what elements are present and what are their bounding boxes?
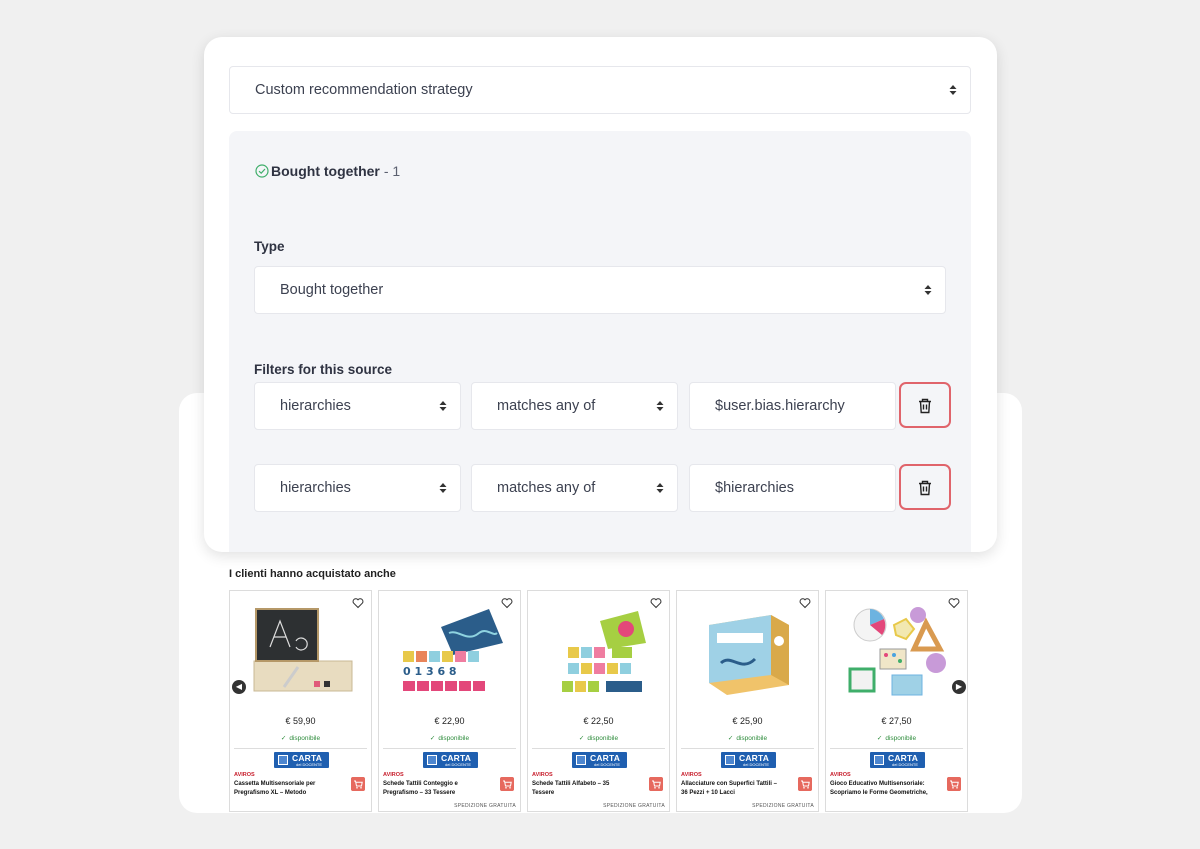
type-label: Type xyxy=(254,239,285,254)
trash-icon xyxy=(919,398,931,414)
carta-docente-badge: CARTA del DOCENTE xyxy=(572,752,627,768)
select-caret-icon xyxy=(439,401,447,411)
filter-operator-select[interactable]: matches any of xyxy=(471,464,678,512)
shipping-label: SPEDIZIONE GRATUITA xyxy=(603,803,665,809)
source-header: Bought together - 1 xyxy=(255,163,400,179)
availability: ✓ disponibile xyxy=(429,735,470,742)
availability: ✓ disponibile xyxy=(280,735,321,742)
cart-icon[interactable] xyxy=(351,777,365,791)
carta-docente-badge: CARTA del DOCENTE xyxy=(274,752,329,768)
select-caret-icon xyxy=(949,85,957,95)
product-name[interactable]: Schede Tattili Alfabeto – 35 Tessere xyxy=(532,780,632,798)
filter-field-select[interactable]: hierarchies xyxy=(254,464,461,512)
product-image[interactable] xyxy=(840,603,955,698)
product-card[interactable]: € 59,90 ✓ disponibile CARTA del DOCENTE AV… xyxy=(229,590,372,812)
divider xyxy=(681,748,814,749)
product-price: € 22,90 xyxy=(434,716,465,726)
product-name[interactable]: Allacciature con Superfici Tattili – 36 … xyxy=(681,780,781,798)
select-caret-icon xyxy=(656,483,664,493)
product-brand: AVIROS xyxy=(234,772,255,778)
product-name[interactable]: Cassetta Multisensoriale per Pregrafismo… xyxy=(234,780,334,798)
cart-icon[interactable] xyxy=(798,777,812,791)
product-carousel: € 59,90 ✓ disponibile CARTA del DOCENTE AV… xyxy=(229,590,970,812)
source-title: Bought together xyxy=(271,163,380,179)
filters-label: Filters for this source xyxy=(254,362,393,377)
divider xyxy=(830,748,963,749)
carousel-next-icon[interactable]: ▶ xyxy=(952,680,966,694)
carta-docente-badge: CARTA del DOCENTE xyxy=(870,752,925,768)
filter-value-input[interactable]: $user.bias.hierarchy xyxy=(689,382,896,430)
strategy-select[interactable]: Custom recommendation strategy xyxy=(229,66,971,114)
filter-operator-select[interactable]: matches any of xyxy=(471,382,678,430)
check-icon: ✓ xyxy=(429,735,436,742)
product-price: € 59,90 xyxy=(285,716,316,726)
product-card[interactable]: € 22,50 ✓ disponibile CARTA del DOCENTE AV… xyxy=(527,590,670,812)
product-image[interactable] xyxy=(691,603,806,698)
check-icon: ✓ xyxy=(876,735,883,742)
source-panel: Bought together - 1 Type Bought together… xyxy=(229,131,971,552)
select-caret-icon xyxy=(439,483,447,493)
carta-docente-badge: CARTA del DOCENTE xyxy=(423,752,478,768)
type-select[interactable]: Bought together xyxy=(254,266,946,314)
check-icon: ✓ xyxy=(727,735,734,742)
filter-value-input[interactable]: $hierarchies xyxy=(689,464,896,512)
shipping-label: SPEDIZIONE GRATUITA xyxy=(454,803,516,809)
select-caret-icon xyxy=(924,285,932,295)
product-name[interactable]: Schede Tattili Conteggio e Pregrafismo –… xyxy=(383,780,483,798)
product-price: € 25,90 xyxy=(732,716,763,726)
availability: ✓ disponibile xyxy=(578,735,619,742)
svg-text:0 1 3 6 8: 0 1 3 6 8 xyxy=(403,665,457,678)
product-card[interactable]: € 27,50 ✓ disponibile CARTA del DOCENTE AV… xyxy=(825,590,968,812)
check-circle-icon xyxy=(255,164,269,178)
product-price: € 22,50 xyxy=(583,716,614,726)
product-image[interactable] xyxy=(542,603,657,698)
product-brand: AVIROS xyxy=(532,772,553,778)
divider xyxy=(532,748,665,749)
divider xyxy=(383,748,516,749)
divider xyxy=(234,748,367,749)
product-name[interactable]: Gioco Educativo Multisensoriale: Scopria… xyxy=(830,780,930,798)
availability: ✓ disponibile xyxy=(876,735,917,742)
carousel-prev-icon[interactable]: ◀ xyxy=(232,680,246,694)
product-brand: AVIROS xyxy=(681,772,702,778)
product-brand: AVIROS xyxy=(830,772,851,778)
product-image[interactable]: 0 1 3 6 8 xyxy=(393,603,508,698)
product-price: € 27,50 xyxy=(881,716,912,726)
cart-icon[interactable] xyxy=(649,777,663,791)
carta-docente-badge: CARTA del DOCENTE xyxy=(721,752,776,768)
product-brand: AVIROS xyxy=(383,772,404,778)
availability: ✓ disponibile xyxy=(727,735,768,742)
check-icon: ✓ xyxy=(578,735,585,742)
filter-field-select[interactable]: hierarchies xyxy=(254,382,461,430)
delete-filter-button[interactable] xyxy=(899,382,951,428)
product-card[interactable]: 0 1 3 6 8 € 22,90 ✓ disponibile CARTA del … xyxy=(378,590,521,812)
product-card[interactable]: € 25,90 ✓ disponibile CARTA del DOCENTE AV… xyxy=(676,590,819,812)
strategy-editor-card: Custom recommendation strategy Bought to… xyxy=(204,37,997,552)
shipping-label: SPEDIZIONE GRATUITA xyxy=(752,803,814,809)
section-title: I clienti hanno acquistato anche xyxy=(229,568,396,580)
source-index: - 1 xyxy=(383,163,401,179)
cart-icon[interactable] xyxy=(947,777,961,791)
trash-icon xyxy=(919,480,931,496)
check-icon: ✓ xyxy=(280,735,287,742)
delete-filter-button[interactable] xyxy=(899,464,951,510)
select-caret-icon xyxy=(656,401,664,411)
product-image[interactable] xyxy=(244,603,359,698)
cart-icon[interactable] xyxy=(500,777,514,791)
